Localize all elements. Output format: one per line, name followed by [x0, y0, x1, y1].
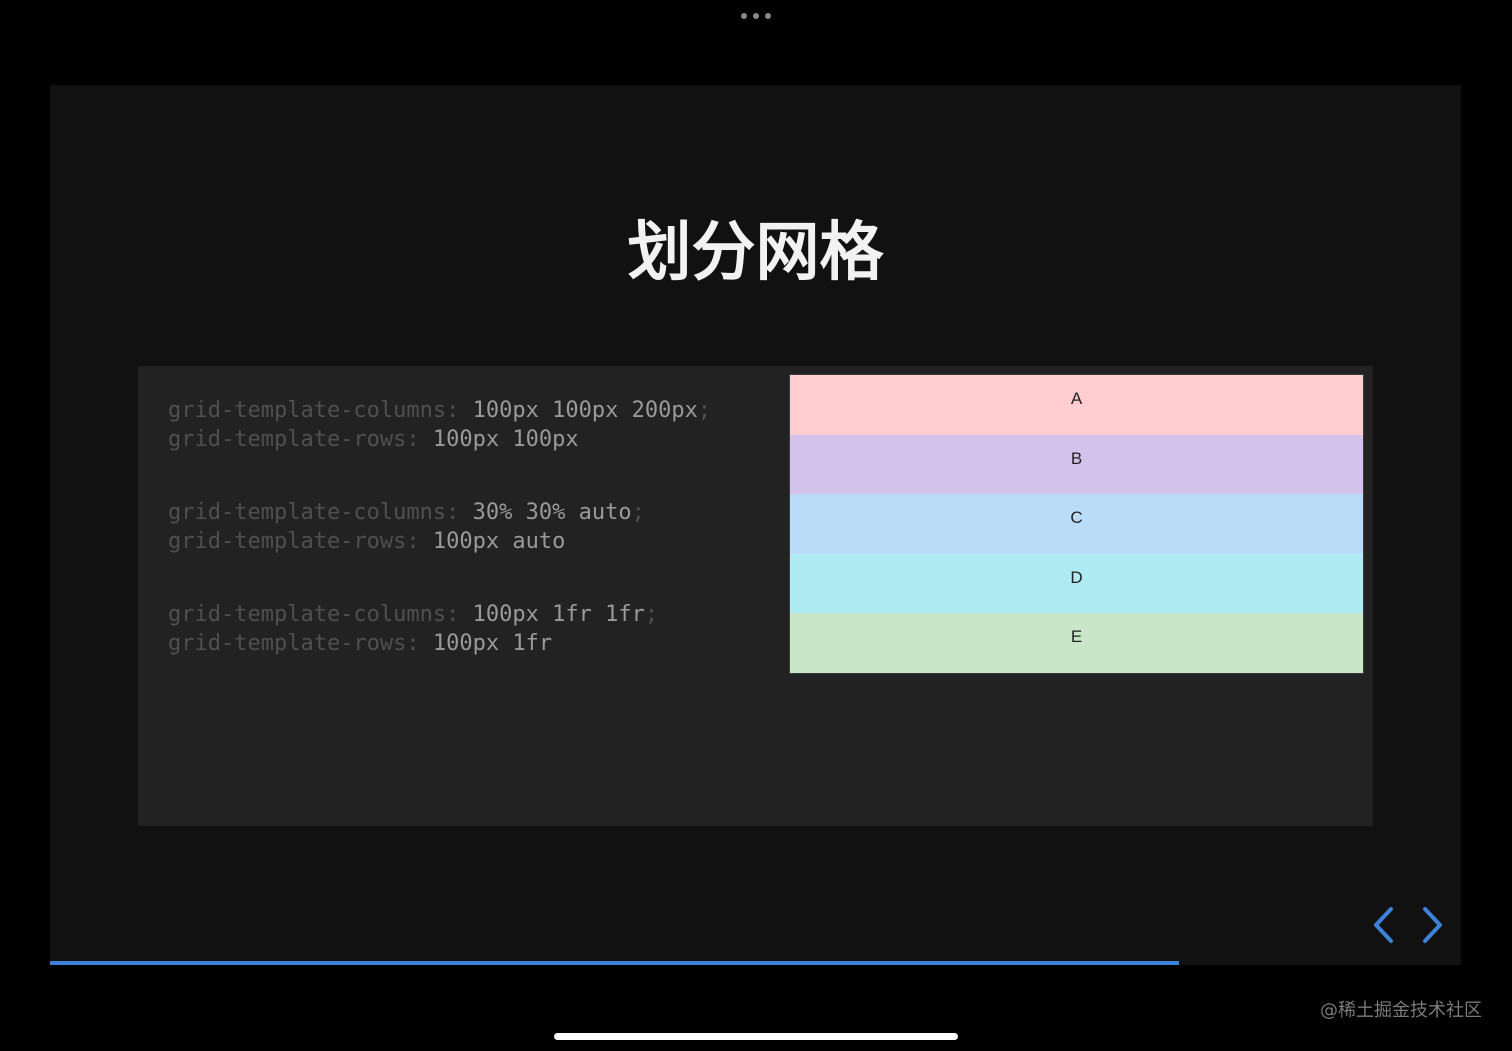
code-area: grid-template-columns: 100px 100px 200px…: [168, 396, 768, 702]
css-property: grid-template-rows:: [168, 631, 420, 656]
grid-cell-a: A: [790, 375, 1363, 435]
css-property: grid-template-rows:: [168, 529, 420, 554]
css-value: 30% 30% auto: [459, 500, 632, 525]
css-value: 100px 100px 200px: [459, 398, 698, 423]
chevron-right-icon: [1423, 907, 1442, 943]
code-block: grid-template-columns: 30% 30% auto; gri…: [168, 498, 768, 556]
presentation-slide: 划分网格 grid-template-columns: 100px 100px …: [50, 85, 1461, 965]
css-property: grid-template-columns:: [168, 500, 460, 525]
css-terminator: ;: [644, 602, 659, 627]
dot: [753, 13, 759, 19]
screen: 划分网格 grid-template-columns: 100px 100px …: [0, 0, 1512, 1051]
css-value: 100px auto: [419, 529, 566, 554]
code-line: grid-template-rows: 100px 100px: [168, 425, 768, 454]
chevron-left-icon: [1374, 907, 1393, 943]
demo-panel: grid-template-columns: 100px 100px 200px…: [138, 366, 1373, 826]
dot: [765, 13, 771, 19]
grid-cell-c: C: [790, 494, 1363, 554]
dot: [741, 13, 747, 19]
css-value: 100px 1fr: [419, 631, 553, 656]
watermark: @稀土掘金技术社区: [1320, 1000, 1482, 1021]
css-terminator: ;: [631, 500, 645, 525]
grid-cell-d: D: [790, 553, 1363, 614]
code-line: grid-template-columns: 30% 30% auto;: [168, 498, 768, 527]
code-block: grid-template-columns: 100px 100px 200px…: [168, 396, 768, 454]
css-value: 100px 100px: [419, 427, 579, 452]
code-line: grid-template-columns: 100px 100px 200px…: [168, 396, 768, 425]
more-options-icon[interactable]: [741, 12, 771, 20]
code-block: grid-template-columns: 100px 1fr 1fr; gr…: [168, 600, 768, 658]
grid-cell-e: E: [790, 613, 1363, 673]
code-line: grid-template-rows: 100px auto: [168, 527, 768, 556]
css-property: grid-template-columns:: [168, 398, 460, 423]
slide-title: 划分网格: [627, 216, 884, 290]
slide-navigation: [1368, 905, 1448, 945]
code-line: grid-template-rows: 100px 1fr: [168, 629, 768, 658]
previous-slide-button[interactable]: [1368, 905, 1398, 945]
css-property: grid-template-rows:: [168, 427, 420, 452]
slide-progress-bar: [50, 961, 1461, 965]
css-terminator: ;: [697, 398, 712, 423]
css-property: grid-template-columns:: [168, 602, 460, 627]
slide-progress-fill: [50, 961, 1179, 965]
css-value: 100px 1fr 1fr: [459, 602, 645, 627]
next-slide-button[interactable]: [1418, 905, 1448, 945]
code-line: grid-template-columns: 100px 1fr 1fr;: [168, 600, 768, 629]
grid-cell-b: B: [790, 434, 1363, 495]
grid-preview: A B C D E: [790, 375, 1363, 673]
home-indicator[interactable]: [554, 1033, 958, 1040]
